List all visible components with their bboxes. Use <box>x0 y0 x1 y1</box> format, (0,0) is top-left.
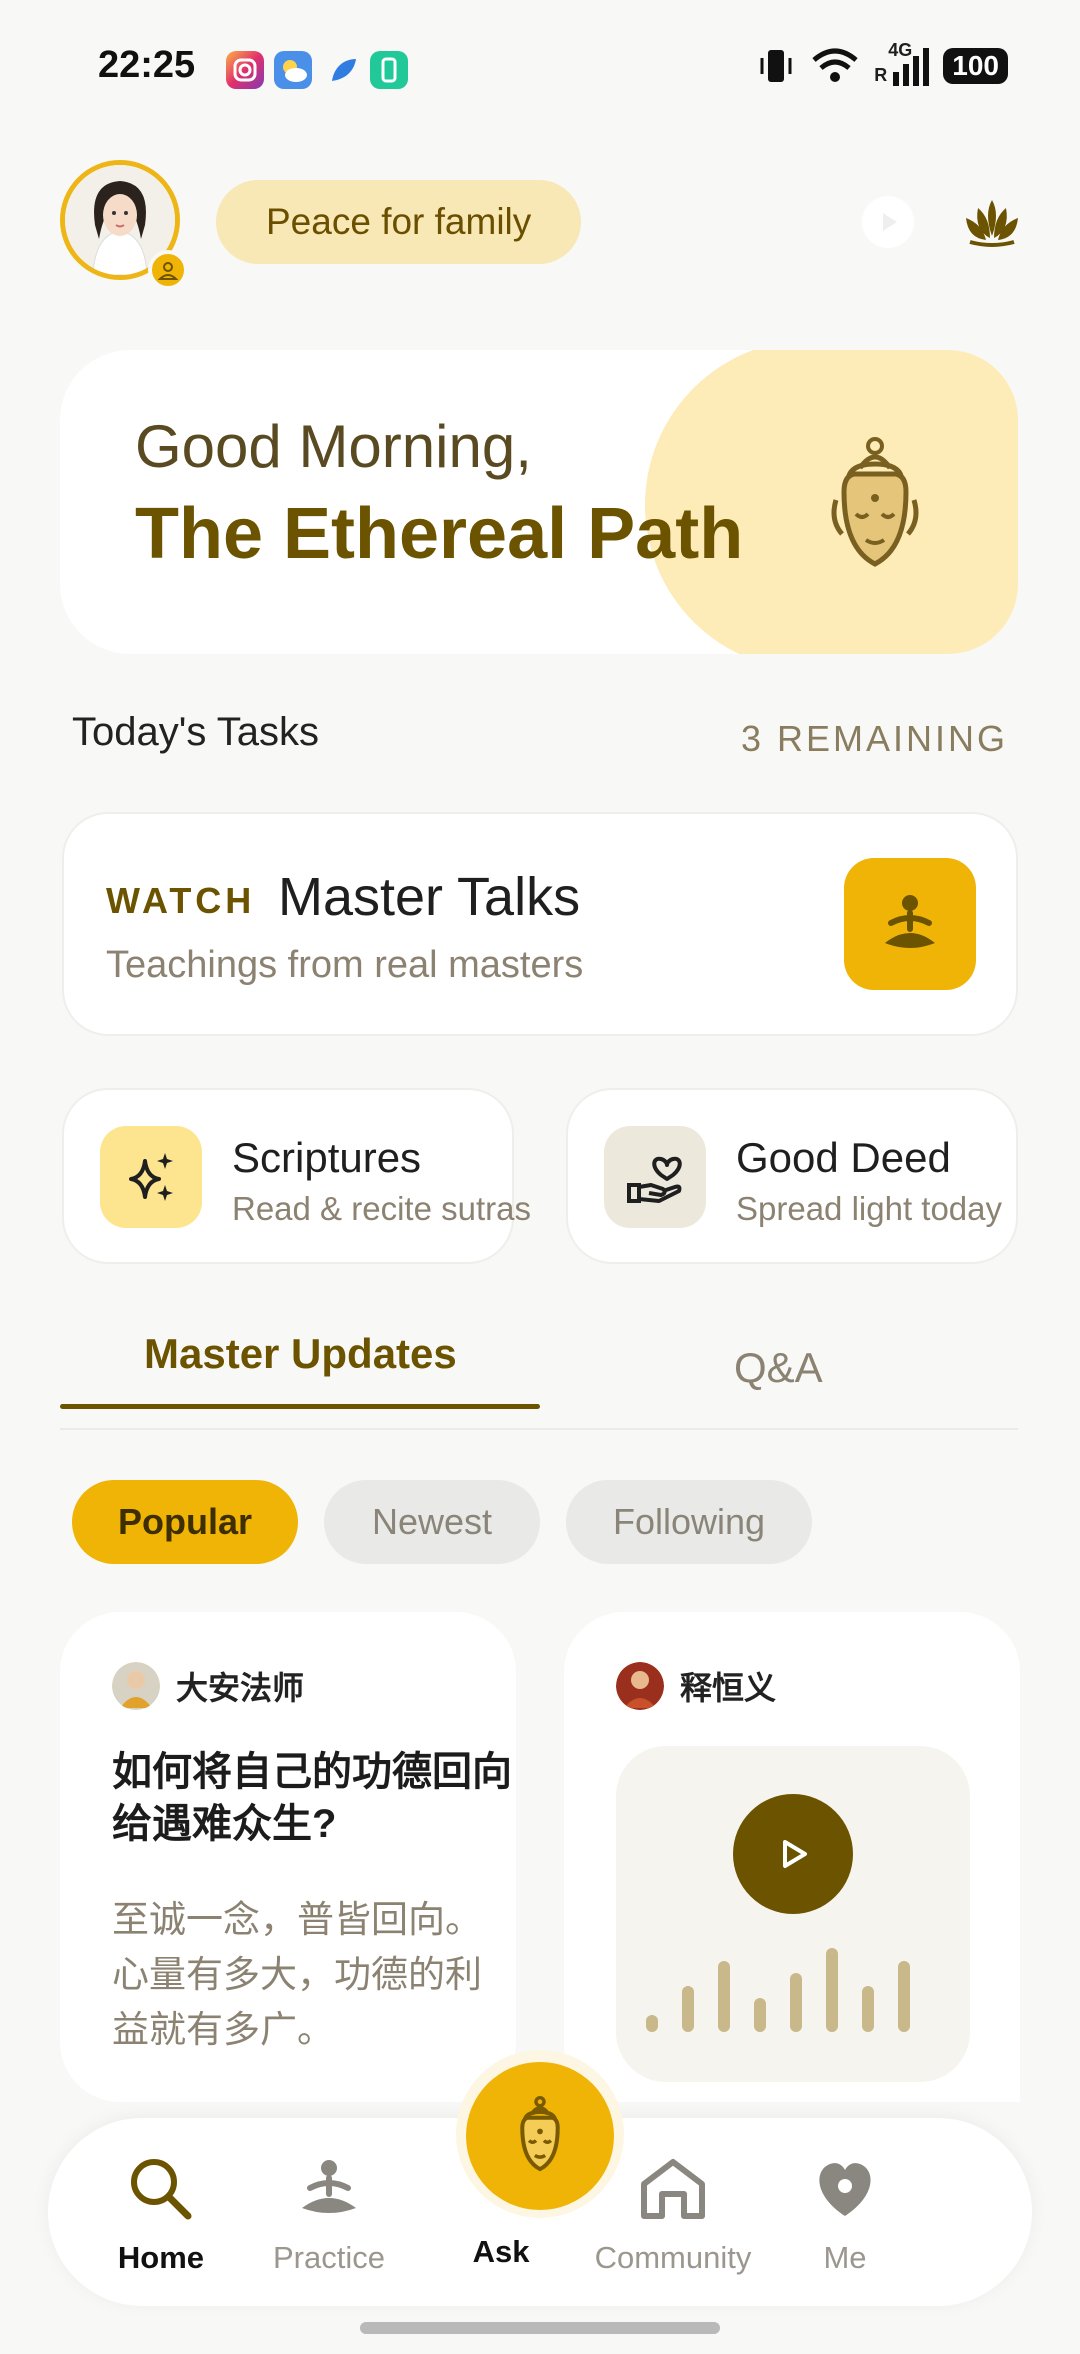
status-time: 22:25 <box>98 44 196 86</box>
task-keyword: WATCH <box>106 880 256 921</box>
watch-button[interactable] <box>844 858 976 990</box>
task-title: Master Talks <box>278 867 581 927</box>
good-deed-title: Good Deed <box>736 1134 951 1181</box>
lotus-icon[interactable] <box>964 196 1020 253</box>
person-badge-icon <box>148 250 188 290</box>
post-author[interactable]: 释恒义 <box>616 1662 776 1710</box>
filter-newest[interactable]: Newest <box>324 1480 540 1564</box>
nav-label: Practice <box>273 2240 385 2275</box>
waveform-bar <box>826 1948 838 2032</box>
nav-label: Community <box>594 2240 752 2275</box>
signal-icon: R 4G <box>874 40 930 86</box>
intention-pill[interactable]: Peace for family <box>216 180 582 264</box>
post-body: 至诚一念，普皆回向。心量有多大，功德的利益就有多广。 <box>112 1899 482 2050</box>
tasks-remaining: 3 REMAINING <box>740 718 1008 759</box>
scriptures-title: Scriptures <box>232 1134 422 1181</box>
status-icons: R 4G 100 <box>756 40 1008 86</box>
meditation-icon <box>885 895 935 948</box>
avatar <box>112 1662 160 1710</box>
post-card[interactable]: 大安法师 如何将自己的功德回向给遇难众生? 至诚一念，普皆回向。心量有多大，功德… <box>60 1612 516 2102</box>
greeting-card: Good Morning, The Ethereal Path <box>60 350 1018 654</box>
scriptures-card[interactable]: Scriptures Read & recite sutras <box>62 1088 531 1264</box>
heart-hand-icon <box>604 1126 706 1228</box>
waveform-bar <box>646 2015 658 2032</box>
vibrate-icon <box>760 50 792 82</box>
waveform-bar <box>898 1961 910 2032</box>
nav-label: Ask <box>472 2234 530 2269</box>
nav-me[interactable]: Me <box>760 2156 930 2276</box>
waveform-bar <box>862 1986 874 2032</box>
waveform-bar <box>718 1961 730 2032</box>
post-author[interactable]: 大安法师 <box>112 1662 304 1710</box>
nav-ask-label: Ask <box>416 2234 586 2270</box>
weather-icon <box>274 51 312 89</box>
tab-master-updates[interactable]: Master Updates <box>144 1330 457 1378</box>
battery-saver-app-icon <box>370 51 408 89</box>
search-icon <box>131 2159 192 2220</box>
tab-divider <box>60 1428 1018 1430</box>
app-name: The Ethereal Path <box>135 494 744 574</box>
tab-qa[interactable]: Q&A <box>734 1344 823 1392</box>
buddha-head-icon <box>820 436 930 581</box>
good-deed-card[interactable]: Good Deed Spread light today <box>566 1088 1018 1264</box>
author-name: 大安法师 <box>176 1670 305 1706</box>
feather-app-icon <box>324 51 362 89</box>
play-icon <box>783 1840 807 1868</box>
instagram-icon <box>226 51 264 89</box>
nav-home[interactable]: Home <box>76 2156 246 2276</box>
waveform-bar <box>754 1998 766 2032</box>
good-deed-subtitle: Spread light today <box>736 1190 1003 1227</box>
home-indicator[interactable] <box>360 2322 720 2334</box>
nav-label: Home <box>117 2240 205 2275</box>
filter-following[interactable]: Following <box>566 1480 812 1564</box>
audio-player <box>616 1746 970 2082</box>
task-subtitle: Teachings from real masters <box>106 944 584 986</box>
waveform-bar <box>682 1986 694 2032</box>
filter-popular[interactable]: Popular <box>72 1480 298 1564</box>
author-name: 释恒义 <box>680 1670 777 1706</box>
heart-icon <box>819 2163 871 2216</box>
tab-indicator <box>60 1404 540 1409</box>
audio-post-card[interactable]: 释恒义 <box>564 1612 1020 2102</box>
battery-indicator: 100 <box>943 48 1008 84</box>
play-icon[interactable] <box>862 196 914 248</box>
buddha-head-icon <box>520 2096 560 2172</box>
nav-practice[interactable]: Practice <box>244 2156 414 2276</box>
post-title: 如何将自己的功德回向给遇难众生? <box>112 1750 512 1846</box>
temple-icon <box>641 2159 705 2219</box>
sparkle-icon <box>100 1126 202 1228</box>
nav-label: Me <box>823 2240 867 2275</box>
waveform-bar <box>790 1973 802 2032</box>
avatar <box>616 1662 664 1710</box>
scriptures-subtitle: Read & recite sutras <box>232 1190 531 1227</box>
wifi-icon <box>812 48 858 82</box>
tasks-title: Today's Tasks <box>72 710 320 754</box>
meditation-icon <box>302 2160 356 2213</box>
master-talks-card[interactable]: WATCH Master Talks Teachings from real m… <box>62 812 1018 1036</box>
greeting-text: Good Morning, <box>135 413 532 480</box>
ask-button[interactable] <box>466 2062 614 2210</box>
play-button[interactable] <box>733 1794 853 1914</box>
